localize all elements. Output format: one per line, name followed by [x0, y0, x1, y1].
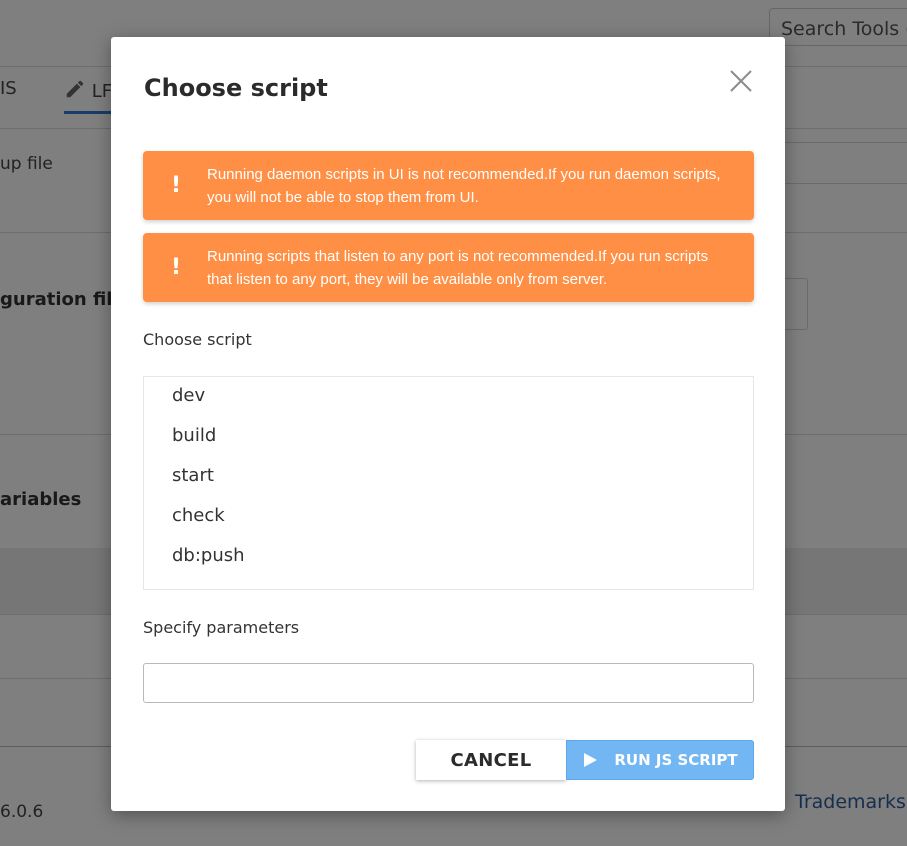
specify-parameters-label: Specify parameters [143, 618, 300, 637]
play-icon [584, 753, 598, 767]
daemon-warning-alert: ! Running daemon scripts in UI is not re… [143, 151, 754, 220]
port-warning-alert: ! Running scripts that listen to any por… [143, 233, 754, 302]
parameters-input[interactable] [143, 663, 754, 703]
alert-message: Running scripts that listen to any port … [207, 248, 709, 288]
script-item-check[interactable]: check [172, 505, 225, 526]
script-item-build[interactable]: build [172, 425, 216, 446]
script-item-start[interactable]: start [172, 465, 214, 486]
run-js-script-label: RUN JS SCRIPT [614, 751, 738, 769]
alert-message: Running daemon scripts in UI is not reco… [207, 166, 721, 206]
script-list[interactable]: dev build start check db:push [143, 376, 754, 590]
choose-script-dialog: Choose script ! Running daemon scripts i… [111, 37, 785, 811]
exclamation-icon: ! [170, 173, 182, 198]
close-icon [730, 70, 752, 92]
run-js-script-button[interactable]: RUN JS SCRIPT [566, 740, 754, 780]
close-button[interactable] [728, 68, 754, 94]
cancel-button[interactable]: CANCEL [416, 740, 566, 780]
exclamation-icon: ! [170, 255, 182, 280]
choose-script-label: Choose script [143, 330, 252, 349]
dialog-title: Choose script [144, 74, 328, 102]
script-item-dev[interactable]: dev [172, 385, 205, 406]
script-item-db-push[interactable]: db:push [172, 545, 245, 566]
cancel-button-label: CANCEL [450, 749, 532, 771]
